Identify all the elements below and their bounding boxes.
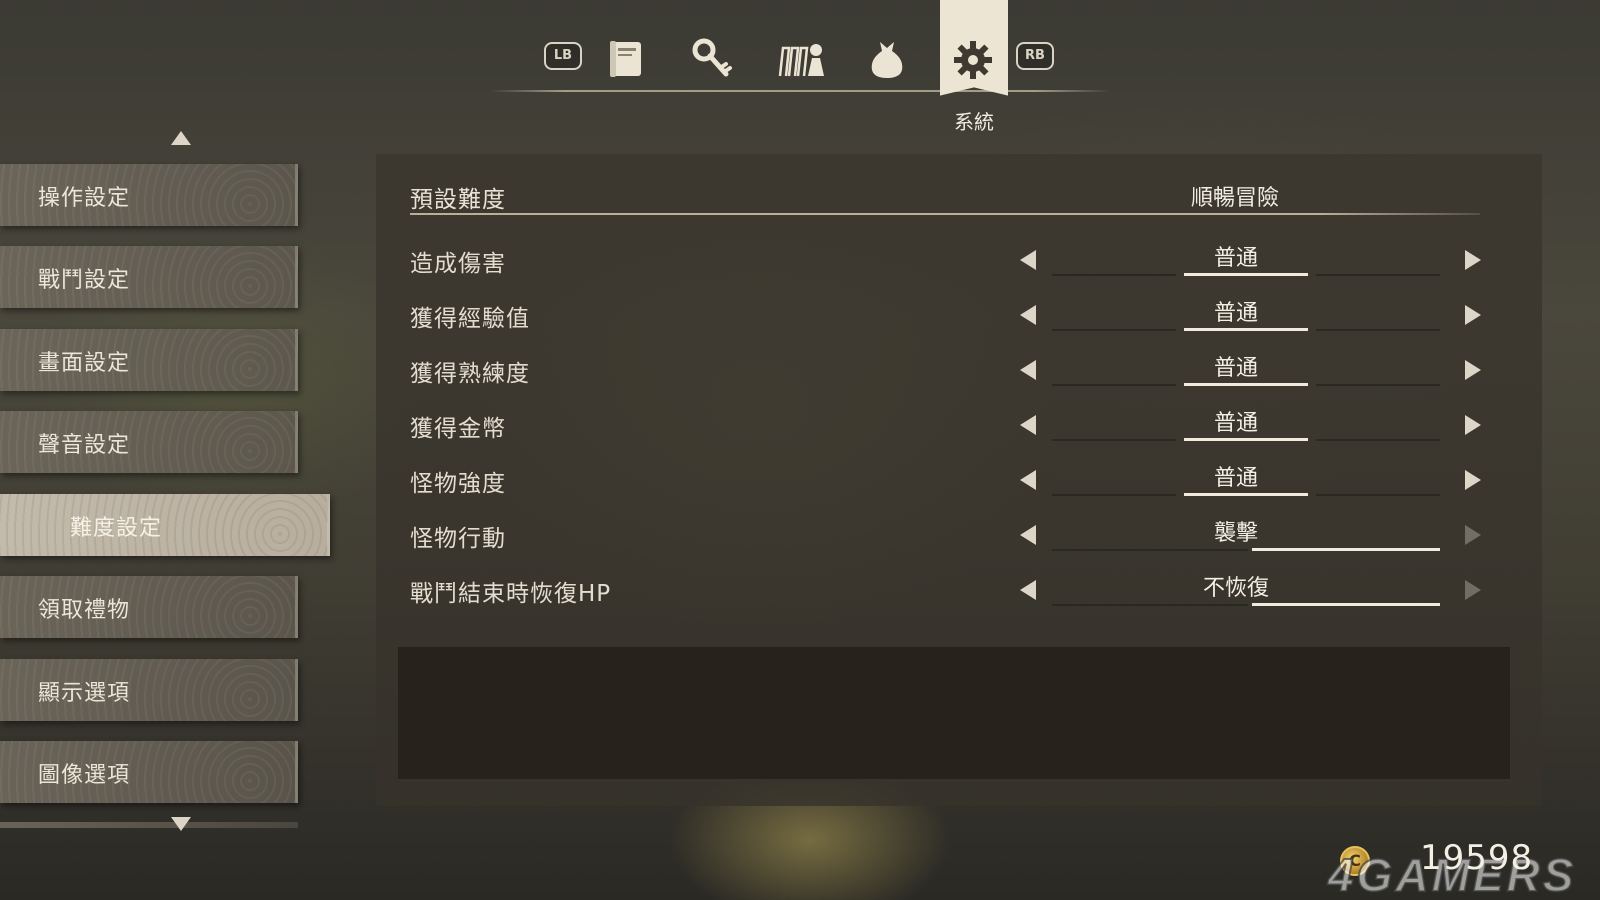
book-icon[interactable] (604, 36, 650, 82)
money-amount: 19598 (1420, 838, 1534, 878)
sidebar-item-label: 聲音設定 (38, 433, 131, 458)
preset-difficulty-row[interactable]: 預設難度 順暢冒險 (410, 174, 1480, 216)
level-segment-selected (1184, 438, 1308, 441)
sidebar-item-sound[interactable]: 聲音設定 (0, 411, 298, 473)
level-segment (1316, 439, 1440, 441)
sidebar-item-display-options[interactable]: 顯示選項 (0, 659, 298, 721)
level-segment (1052, 549, 1248, 551)
preset-divider (410, 213, 1480, 215)
level-segment (1316, 329, 1440, 331)
level-segment-selected (1252, 548, 1440, 551)
sidebar-item-label: 顯示選項 (38, 681, 131, 706)
option-label: 造成傷害 (410, 251, 506, 277)
arrow-left-icon[interactable] (1020, 415, 1036, 435)
arrow-right-icon[interactable] (1465, 250, 1481, 270)
gear-icon[interactable] (951, 38, 995, 82)
level-segment (1052, 384, 1176, 386)
option-value: 普通 (1213, 246, 1258, 271)
sidebar-item-battle[interactable]: 戰鬥設定 (0, 246, 298, 308)
option-label: 獲得經驗值 (410, 306, 530, 332)
rb-button[interactable]: RB (1016, 42, 1054, 70)
sidebar-item-label: 戰鬥設定 (38, 268, 131, 293)
arrow-left-icon[interactable] (1020, 305, 1036, 325)
sidebar-item-label: 操作設定 (38, 186, 131, 211)
description-box (398, 644, 1510, 782)
option-row-monster-strength[interactable]: 怪物強度 普通 (410, 454, 1481, 508)
arrow-left-icon[interactable] (1020, 360, 1036, 380)
level-segment (1316, 494, 1440, 496)
option-value: 普通 (1213, 411, 1258, 436)
arrow-left-icon[interactable] (1020, 580, 1036, 600)
party-icon[interactable] (776, 36, 826, 82)
option-row-monster-behavior[interactable]: 怪物行動 襲擊 (410, 509, 1481, 563)
option-value: 不恢復 (1202, 576, 1269, 601)
level-segment (1052, 604, 1248, 606)
arrow-left-icon[interactable] (1020, 250, 1036, 270)
option-label: 怪物行動 (410, 526, 506, 552)
tab-divider (490, 90, 1110, 92)
option-label: 怪物強度 (410, 471, 506, 497)
level-segment (1052, 494, 1176, 496)
preset-difficulty-label: 預設難度 (410, 187, 506, 213)
option-label: 獲得金幣 (410, 416, 506, 442)
option-row-damage-dealt[interactable]: 造成傷害 普通 (410, 234, 1481, 288)
arrow-right-icon[interactable] (1465, 470, 1481, 490)
sidebar-item-label: 領取禮物 (38, 598, 131, 623)
arrow-right-icon[interactable] (1465, 580, 1481, 600)
option-row-proficiency-gain[interactable]: 獲得熟練度 普通 (410, 344, 1481, 398)
sidebar-item-difficulty[interactable]: 難度設定 (0, 494, 330, 556)
arrow-right-icon[interactable] (1465, 415, 1481, 435)
level-segment (1052, 329, 1176, 331)
option-value: 襲擊 (1213, 521, 1258, 546)
level-segment-selected (1252, 603, 1440, 606)
option-row-hp-recovery[interactable]: 戰鬥結束時恢復HP 不恢復 (410, 564, 1481, 618)
preset-difficulty-value: 順暢冒險 (1190, 186, 1279, 211)
arrow-right-icon[interactable] (1465, 525, 1481, 545)
sidebar-item-display[interactable]: 畫面設定 (0, 329, 298, 391)
level-segment (1316, 274, 1440, 276)
level-segment-selected (1184, 493, 1308, 496)
arrow-right-icon[interactable] (1465, 360, 1481, 380)
scroll-down-arrow-icon[interactable] (170, 816, 192, 832)
arrow-left-icon[interactable] (1020, 470, 1036, 490)
option-value: 普通 (1213, 356, 1258, 381)
key-icon[interactable] (690, 36, 736, 82)
arrow-left-icon[interactable] (1020, 525, 1036, 545)
tab-system-label: 系統 (954, 110, 994, 134)
sidebar-item-label: 難度設定 (70, 516, 163, 541)
option-value: 普通 (1213, 301, 1258, 326)
option-row-exp-gain[interactable]: 獲得經驗值 普通 (410, 289, 1481, 343)
level-segment (1316, 384, 1440, 386)
level-segment-selected (1184, 273, 1308, 276)
sidebar-item-controls[interactable]: 操作設定 (0, 164, 298, 226)
sidebar-item-label: 圖像選項 (38, 763, 131, 788)
level-segment-selected (1184, 328, 1308, 331)
option-row-gold-gain[interactable]: 獲得金幣 普通 (410, 399, 1481, 453)
level-segment (1052, 439, 1176, 441)
bag-icon[interactable] (864, 36, 910, 82)
lb-button[interactable]: LB (544, 42, 582, 70)
arrow-right-icon[interactable] (1465, 305, 1481, 325)
top-tab-bar: LB 系統 RB (0, 0, 1600, 140)
sidebar-item-graphics-options[interactable]: 圖像選項 (0, 741, 298, 803)
option-label: 獲得熟練度 (410, 361, 530, 387)
level-segment-selected (1184, 383, 1308, 386)
sidebar-divider (0, 822, 298, 828)
sidebar-item-label: 畫面設定 (38, 351, 131, 376)
option-value: 普通 (1213, 466, 1258, 491)
option-label: 戰鬥結束時恢復HP (410, 581, 612, 607)
scroll-up-arrow-icon[interactable] (170, 130, 192, 146)
sidebar-item-gifts[interactable]: 領取禮物 (0, 576, 298, 638)
level-segment (1052, 274, 1176, 276)
